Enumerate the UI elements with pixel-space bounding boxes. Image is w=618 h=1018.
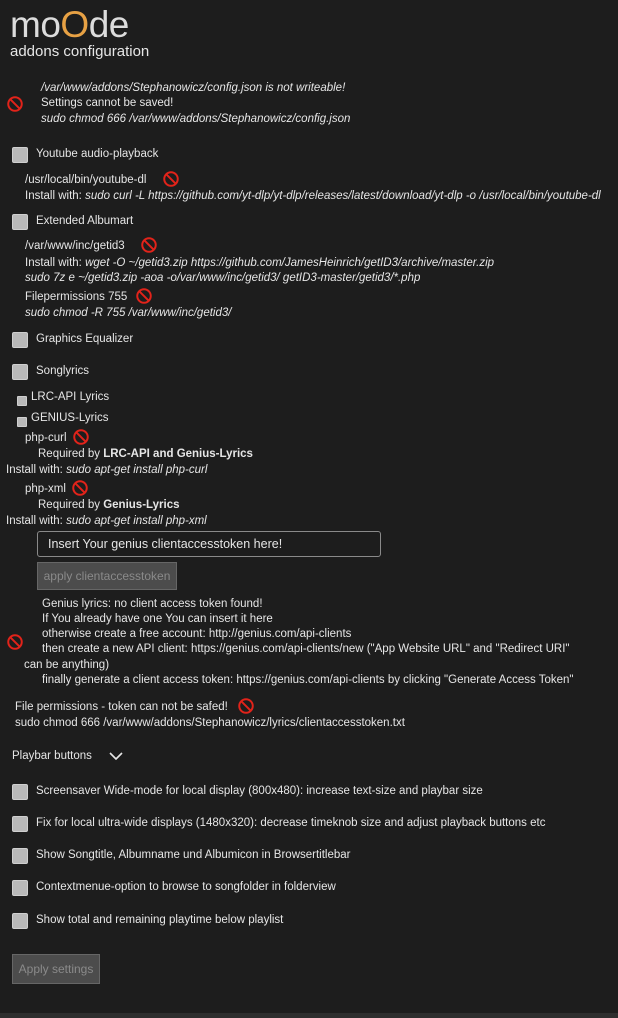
playtime-checkbox[interactable] [12,913,28,929]
youtube-install: Install with: sudo curl -L https://githu… [25,190,601,202]
no-entry-icon [7,96,23,112]
genius-warning-line: If You already have one You can insert i… [42,613,273,625]
php-xml-label: php-xml [25,483,66,495]
no-entry-icon [163,171,179,187]
youtube-label: Youtube audio-playback [36,148,159,160]
youtube-path: /usr/local/bin/youtube-dl [25,174,147,186]
chevron-down-icon[interactable] [108,750,124,762]
genius-warning-line: can be anything) [24,659,110,671]
albumart-checkbox[interactable] [12,214,28,230]
no-entry-icon [7,634,23,650]
config-warning-path: /var/www/addons/Stephanowicz/config.json… [41,82,346,94]
albumart-label: Extended Albumart [36,215,134,227]
lrc-api-label: LRC-API Lyrics [31,391,110,403]
browser-titlebar-checkbox[interactable] [12,848,28,864]
no-entry-icon [73,429,89,445]
albumart-perm-label: Filepermissions 755 [25,291,128,303]
config-warning-text: Settings cannot be saved! [41,97,174,109]
lrc-api-checkbox[interactable] [17,396,27,406]
ultrawide-fix-label: Fix for local ultra-wide displays (1480x… [36,817,546,829]
file-permission-warning: File permissions - token can not be safe… [15,701,228,713]
screensaver-wide-checkbox[interactable] [12,784,28,800]
contextmenu-option-checkbox[interactable] [12,880,28,896]
songlyrics-checkbox[interactable] [12,364,28,380]
albumart-path: /var/www/inc/getid3 [25,240,125,252]
playbar-buttons-toggle[interactable]: Playbar buttons [12,750,92,762]
php-curl-label: php-curl [25,432,67,444]
genius-lyrics-checkbox[interactable] [17,417,27,427]
no-entry-icon [238,698,254,714]
contextmenu-option-label: Contextmenue-option to browse to songfol… [36,881,336,893]
genius-token-input[interactable] [37,531,381,557]
albumart-perm-command: sudo chmod -R 755 /var/www/inc/getid3/ [25,307,232,319]
genius-warning-line: otherwise create a free account: http://… [42,628,352,640]
php-xml-requirement: Required by Genius-Lyrics [38,499,180,511]
genius-warning-line: finally generate a client access token: … [42,674,574,686]
app-logo: moOde [10,4,129,45]
php-curl-requirement: Required by LRC-API and Genius-Lyrics [38,448,253,460]
apply-settings-button[interactable]: Apply settings [12,954,100,984]
config-warning-command: sudo chmod 666 /var/www/addons/Stephanow… [41,113,351,125]
no-entry-icon [72,480,88,496]
php-curl-install: Install with: sudo apt-get install php-c… [6,464,208,476]
ultrawide-fix-checkbox[interactable] [12,816,28,832]
php-xml-install: Install with: sudo apt-get install php-x… [6,515,207,527]
albumart-install-command: sudo 7z e ~/getid3.zip -aoa -o/var/www/i… [25,272,421,284]
genius-lyrics-label: GENIUS-Lyrics [31,412,109,424]
screensaver-wide-label: Screensaver Wide-mode for local display … [36,785,483,797]
youtube-checkbox[interactable] [12,147,28,163]
genius-warning-line: then create a new API client: https://ge… [42,643,570,655]
playtime-label: Show total and remaining playtime below … [36,914,284,926]
apply-token-button[interactable]: apply clientaccesstoken [37,562,177,590]
footer-bar [0,1013,618,1018]
genius-warning-line: Genius lyrics: no client access token fo… [42,598,263,610]
equalizer-checkbox[interactable] [12,332,28,348]
albumart-install: Install with: wget -O ~/getid3.zip https… [25,257,495,269]
browser-titlebar-label: Show Songtitle, Albumname und Albumicon … [36,849,351,861]
page-subtitle: addons configuration [10,43,150,60]
file-permission-command: sudo chmod 666 /var/www/addons/Stephanow… [15,717,405,729]
equalizer-label: Graphics Equalizer [36,333,134,345]
no-entry-icon [141,237,157,253]
songlyrics-label: Songlyrics [36,365,90,377]
no-entry-icon [136,288,152,304]
